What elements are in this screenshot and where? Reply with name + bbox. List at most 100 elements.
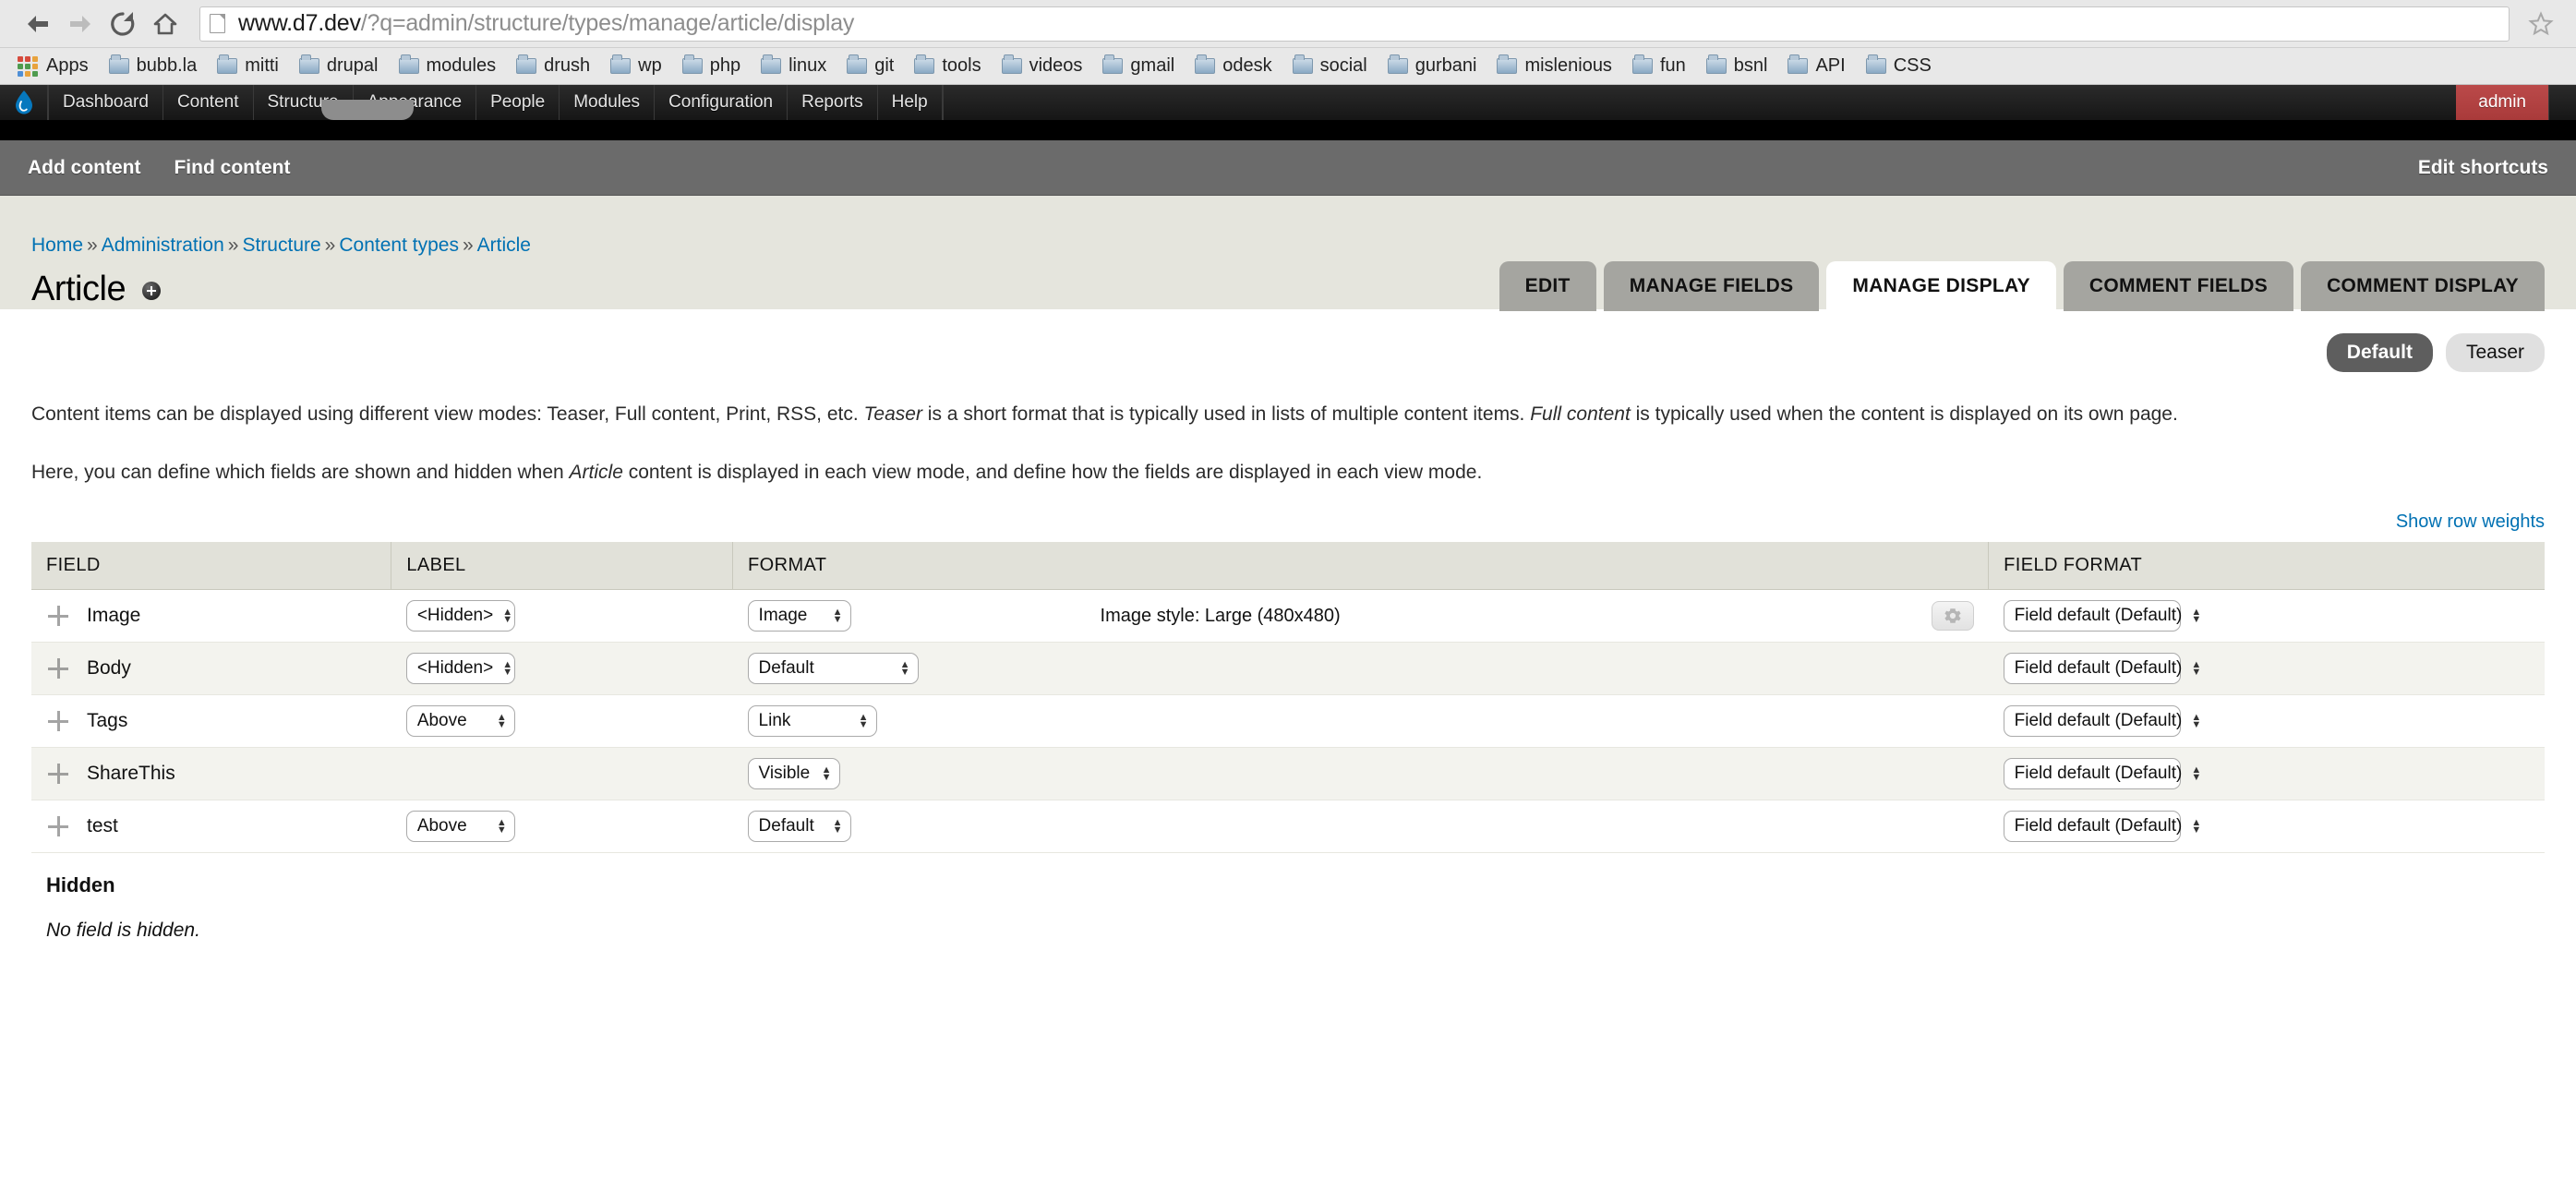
table-row[interactable]: Tags Above ▲ ▼ Link ▲ ▼ Field default (Default)…: [31, 694, 2545, 749]
breadcrumb-link-administration[interactable]: Administration: [102, 235, 224, 256]
field-label: test: [87, 815, 118, 837]
column-header-field-format: FIELD FORMAT: [1988, 542, 2545, 591]
select-value: Field default (Default): [2014, 658, 2183, 679]
view-mode-teaser[interactable]: Teaser: [2445, 333, 2545, 372]
address-bar[interactable]: www.d7.dev/?q=admin/structure/types/mana…: [199, 6, 2510, 42]
bookmark-apps[interactable]: Apps: [7, 52, 99, 81]
bookmark-api[interactable]: API: [1777, 52, 1855, 81]
back-arrow-icon[interactable]: [17, 3, 59, 45]
field-format-select-tags[interactable]: Field default (Default) ▲ ▼: [2003, 705, 2201, 738]
toolbar-item-people[interactable]: People: [476, 85, 560, 120]
bookmark-bubb-la[interactable]: bubb.la: [99, 52, 208, 81]
table-row[interactable]: test Above ▲ ▼ Default ▲ ▼ Field default (Defau…: [31, 800, 2545, 854]
forward-arrow-icon[interactable]: [59, 3, 102, 45]
bookmark-label: social: [1319, 55, 1367, 76]
bookmark-odesk[interactable]: odesk: [1185, 52, 1282, 81]
tab-manage-fields[interactable]: MANAGE FIELDS: [1603, 261, 1820, 311]
drag-handle-icon[interactable]: [46, 762, 70, 786]
bookmark-mitti[interactable]: mitti: [207, 52, 289, 81]
edit-shortcuts-link[interactable]: Edit shortcuts: [2418, 157, 2548, 179]
field-format-select-image[interactable]: Field default (Default) ▲ ▼: [2003, 600, 2201, 632]
bookmark-fun[interactable]: fun: [1622, 52, 1696, 81]
field-format-select-test[interactable]: Field default (Default) ▲ ▼: [2003, 811, 2201, 843]
bookmark-gmail[interactable]: gmail: [1092, 52, 1185, 81]
show-row-weights-link[interactable]: Show row weights: [2396, 511, 2545, 532]
home-icon[interactable]: [144, 3, 187, 45]
shortcut-find-content[interactable]: Find content: [174, 157, 290, 179]
drag-handle-icon[interactable]: [46, 814, 70, 838]
tab-comment-display[interactable]: COMMENT DISPLAY: [2301, 261, 2545, 311]
gear-icon[interactable]: [1931, 601, 1974, 632]
toolbar-item-modules[interactable]: Modules: [560, 85, 656, 120]
table-row[interactable]: Body <Hidden> ▲ ▼ Default ▲ ▼ Field default (De…: [31, 642, 2545, 696]
toolbar-trailing-cell: [2548, 85, 2576, 120]
tab-comment-fields[interactable]: COMMENT FIELDS: [2063, 261, 2294, 311]
breadcrumb-link-home[interactable]: Home: [31, 235, 83, 256]
folder-icon: [1001, 54, 1022, 74]
bookmark-label: modules: [426, 55, 497, 76]
drag-handle-icon[interactable]: [46, 709, 70, 733]
shortcut-add-content[interactable]: Add content: [28, 157, 140, 179]
format-select-image[interactable]: Image ▲ ▼: [747, 600, 851, 632]
format-select-test[interactable]: Default ▲ ▼: [747, 811, 851, 843]
tab-manage-display[interactable]: MANAGE DISPLAY: [1826, 261, 2056, 311]
toolbar-item-dashboard[interactable]: Dashboard: [48, 85, 163, 120]
breadcrumb-link-content-types[interactable]: Content types: [339, 235, 459, 256]
bookmark-linux[interactable]: linux: [751, 52, 837, 81]
plus-circle-icon[interactable]: [142, 282, 162, 300]
label-select-test[interactable]: Above ▲ ▼: [405, 811, 515, 843]
format-select-body[interactable]: Default ▲ ▼: [747, 653, 919, 685]
shortcuts-toggle-tab[interactable]: [321, 100, 414, 120]
bookmark-social[interactable]: social: [1282, 52, 1378, 81]
bookmark-wp[interactable]: wp: [600, 52, 672, 81]
page-title: Article: [31, 270, 126, 308]
bookmark-css[interactable]: CSS: [1856, 52, 1942, 81]
bookmark-gurbani[interactable]: gurbani: [1378, 52, 1487, 81]
bookmarks-bar: Apps bubb.la mitti drupal modules drush wp php l…: [0, 48, 2576, 85]
bookmark-git[interactable]: git: [837, 52, 904, 81]
bookmark-bsnl[interactable]: bsnl: [1696, 52, 1778, 81]
drag-handle-icon[interactable]: [46, 656, 70, 680]
label-select-body[interactable]: <Hidden> ▲ ▼: [405, 653, 515, 685]
bookmark-php[interactable]: php: [672, 52, 751, 81]
field-label: Tags: [87, 710, 128, 732]
desc1-part-c: is typically used when the content is di…: [1630, 403, 2178, 425]
folder-icon: [516, 54, 537, 74]
breadcrumb-link-article[interactable]: Article: [477, 235, 531, 256]
bookmark-star-icon[interactable]: [2522, 10, 2559, 38]
bookmark-drush[interactable]: drush: [506, 52, 600, 81]
chevron-updown-icon: ▲ ▼: [496, 817, 507, 836]
format-select-sharethis[interactable]: Visible ▲ ▼: [747, 758, 840, 790]
toolbar-item-content[interactable]: Content: [163, 85, 254, 120]
view-mode-default[interactable]: Default: [2326, 333, 2433, 372]
breadcrumb-link-structure[interactable]: Structure: [242, 235, 320, 256]
table-row[interactable]: Image <Hidden> ▲ ▼ Image ▲ ▼ Image style: Large…: [31, 589, 2545, 644]
user-account-button[interactable]: admin: [2456, 85, 2548, 120]
bookmark-modules[interactable]: modules: [389, 52, 507, 81]
format-select-tags[interactable]: Link ▲ ▼: [747, 705, 877, 738]
toolbar-item-reports[interactable]: Reports: [788, 85, 878, 120]
bookmark-label: bubb.la: [136, 55, 198, 76]
select-value: Above: [416, 711, 467, 731]
toolbar-item-configuration[interactable]: Configuration: [655, 85, 788, 120]
folder-icon: [914, 54, 935, 74]
bookmark-label: fun: [1659, 55, 1686, 76]
field-format-select-body[interactable]: Field default (Default) ▲ ▼: [2003, 653, 2201, 685]
bookmark-tools[interactable]: tools: [904, 52, 991, 81]
bookmark-videos[interactable]: videos: [992, 52, 1093, 81]
tab-edit[interactable]: EDIT: [1499, 261, 1596, 311]
label-select-tags[interactable]: Above ▲ ▼: [405, 705, 515, 738]
field-format-select-sharethis[interactable]: Field default (Default) ▲ ▼: [2003, 758, 2201, 790]
bookmark-label: wp: [638, 55, 662, 76]
reload-icon[interactable]: [102, 3, 144, 45]
desc1-part-a: Content items can be displayed using dif…: [31, 403, 864, 425]
toolbar-item-help[interactable]: Help: [878, 85, 943, 120]
drupal-drop-icon[interactable]: [0, 85, 48, 120]
page-document-icon: [210, 14, 225, 33]
table-row[interactable]: ShareThis Visible ▲ ▼ Field default (Default…: [31, 747, 2545, 801]
bookmark-drupal[interactable]: drupal: [289, 52, 389, 81]
drag-handle-icon[interactable]: [46, 604, 70, 628]
folder-icon: [1387, 54, 1408, 74]
bookmark-mislenious[interactable]: mislenious: [1487, 52, 1621, 81]
label-select-image[interactable]: <Hidden> ▲ ▼: [405, 600, 515, 632]
